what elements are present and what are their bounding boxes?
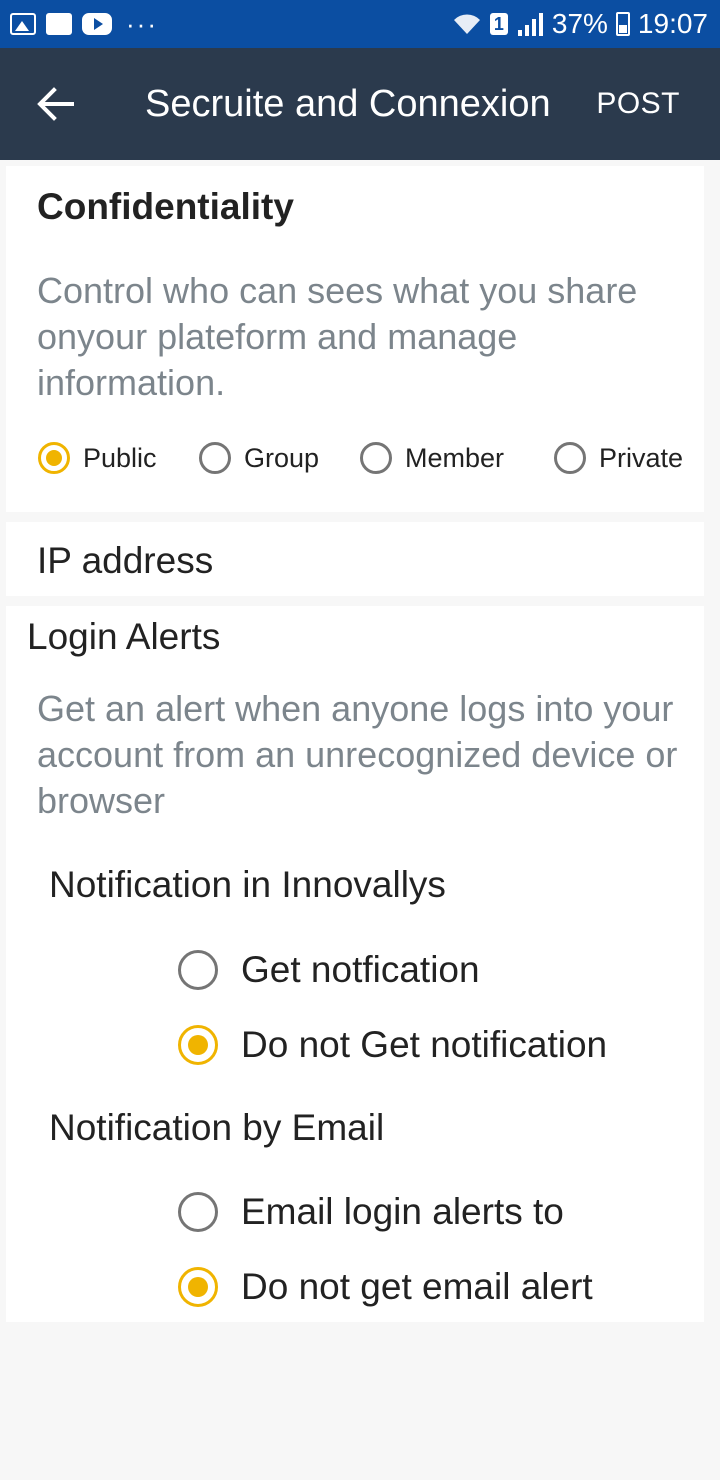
ip-address-card[interactable]: IP address [6, 522, 704, 596]
radio-option-email-alerts[interactable]: Email login alerts to [178, 1191, 564, 1233]
radio-private-label: Private [599, 442, 684, 473]
login-alerts-title: Login Alerts [27, 616, 221, 657]
radio-email-alerts-icon[interactable] [178, 1192, 218, 1232]
radio-get-notification-icon[interactable] [178, 950, 218, 990]
radio-member-icon[interactable] [360, 442, 392, 474]
radio-get-notification-label: Get notfication [241, 949, 480, 990]
radio-member-label: Member [405, 442, 505, 473]
radio-no-notification-icon[interactable] [178, 1025, 218, 1065]
page-title: Secruite and Connexion [145, 83, 551, 125]
email-notification-title: Notification by Email [49, 1107, 385, 1148]
radio-option-no-notification[interactable]: Do not Get notification [178, 1024, 607, 1066]
radio-option-group[interactable]: Group [199, 442, 319, 474]
confidentiality-description: Control who can sees what you share onyo… [37, 270, 638, 403]
wifi-icon [453, 14, 480, 34]
login-alerts-card: Login Alerts Get an alert when anyone lo… [6, 606, 704, 1322]
post-button[interactable]: POST [596, 86, 680, 122]
radio-group-icon[interactable] [199, 442, 231, 474]
back-arrow-icon[interactable] [34, 82, 78, 126]
gallery-icon [10, 13, 36, 35]
confidentiality-title: Confidentiality [37, 186, 294, 227]
radio-option-no-email-alert[interactable]: Do not get email alert [178, 1266, 593, 1308]
radio-private-icon[interactable] [554, 442, 586, 474]
status-bar-system: 1 37% 19:07 [452, 8, 708, 40]
radio-public-label: Public [83, 442, 157, 473]
radio-no-notification-label: Do not Get notification [241, 1024, 608, 1065]
app-notification-icon [46, 13, 72, 35]
radio-public-icon[interactable] [38, 442, 70, 474]
signal-icon [516, 12, 544, 36]
status-bar-notifications: ··· [10, 11, 158, 37]
battery-icon [615, 12, 630, 36]
ip-address-label: IP address [37, 540, 214, 581]
app-bar: Secruite and Connexion POST [0, 48, 720, 160]
sim-badge: 1 [489, 13, 508, 35]
radio-no-email-alert-label: Do not get email alert [241, 1266, 593, 1307]
youtube-icon [82, 13, 112, 35]
radio-option-public[interactable]: Public [38, 442, 157, 474]
radio-group-label: Group [244, 442, 320, 473]
status-bar: ··· 1 37% 19:07 [0, 0, 720, 48]
battery-percent: 37% [551, 8, 608, 39]
radio-option-private[interactable]: Private [554, 442, 683, 474]
radio-option-member[interactable]: Member [360, 442, 504, 474]
radio-email-alerts-label: Email login alerts to [241, 1191, 564, 1232]
clock: 19:07 [637, 8, 708, 39]
radio-option-get-notification[interactable]: Get notfication [178, 949, 480, 991]
more-notifications-icon: ··· [126, 9, 158, 39]
innovallys-notification-title: Notification in Innovallys [49, 864, 446, 905]
radio-no-email-alert-icon[interactable] [178, 1267, 218, 1307]
confidentiality-card: Confidentiality Control who can sees wha… [6, 166, 704, 512]
login-alerts-description: Get an alert when anyone logs into your … [37, 688, 678, 821]
